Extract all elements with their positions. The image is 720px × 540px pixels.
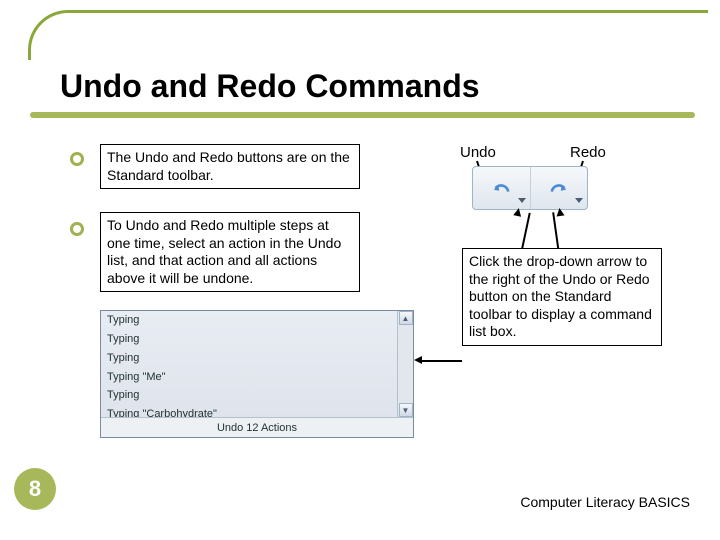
redo-button[interactable] <box>530 167 588 209</box>
bullet-text-1: The Undo and Redo buttons are on the Sta… <box>100 144 360 189</box>
redo-arrow-icon <box>548 179 570 197</box>
dropdown-callout: Click the drop-down arrow to the right o… <box>462 248 662 346</box>
undo-history-status: Undo 12 Actions <box>101 417 413 437</box>
undo-label: Undo <box>460 144 496 161</box>
undo-redo-toolbar <box>472 166 588 210</box>
arrowhead-icon <box>414 356 422 364</box>
scrollbar[interactable]: ▲ ▼ <box>397 311 413 417</box>
scroll-up-button[interactable]: ▲ <box>399 311 413 325</box>
title-underline <box>30 112 695 118</box>
undo-history-items[interactable]: Typing Typing Typing Typing "Me" Typing … <box>101 311 413 417</box>
undo-button[interactable] <box>473 167 530 209</box>
list-item[interactable]: Typing <box>101 349 413 368</box>
footer-text: Computer Literacy BASICS <box>520 494 690 510</box>
slide-corner-accent <box>28 10 708 60</box>
list-item[interactable]: Typing <box>101 311 413 330</box>
pointer-line <box>418 360 462 362</box>
list-item[interactable]: Typing <box>101 386 413 405</box>
undo-history-listbox: Typing Typing Typing Typing "Me" Typing … <box>100 310 414 438</box>
dropdown-triangle-icon[interactable] <box>518 198 526 203</box>
slide-title: Undo and Redo Commands <box>60 68 480 105</box>
bullet-icon <box>70 152 84 166</box>
list-item[interactable]: Typing "Carbohydrate" <box>101 405 413 417</box>
bullet-icon <box>70 222 84 236</box>
bullet-text-2: To Undo and Redo multiple steps at one t… <box>100 212 360 292</box>
page-number-badge: 8 <box>14 468 56 510</box>
list-item[interactable]: Typing <box>101 330 413 349</box>
dropdown-triangle-icon[interactable] <box>575 198 583 203</box>
arrowhead-icon <box>513 207 522 216</box>
scroll-down-button[interactable]: ▼ <box>399 403 413 417</box>
undo-arrow-icon <box>490 179 512 197</box>
list-item[interactable]: Typing "Me" <box>101 368 413 387</box>
arrowhead-icon <box>555 207 564 216</box>
redo-label: Redo <box>570 144 606 161</box>
